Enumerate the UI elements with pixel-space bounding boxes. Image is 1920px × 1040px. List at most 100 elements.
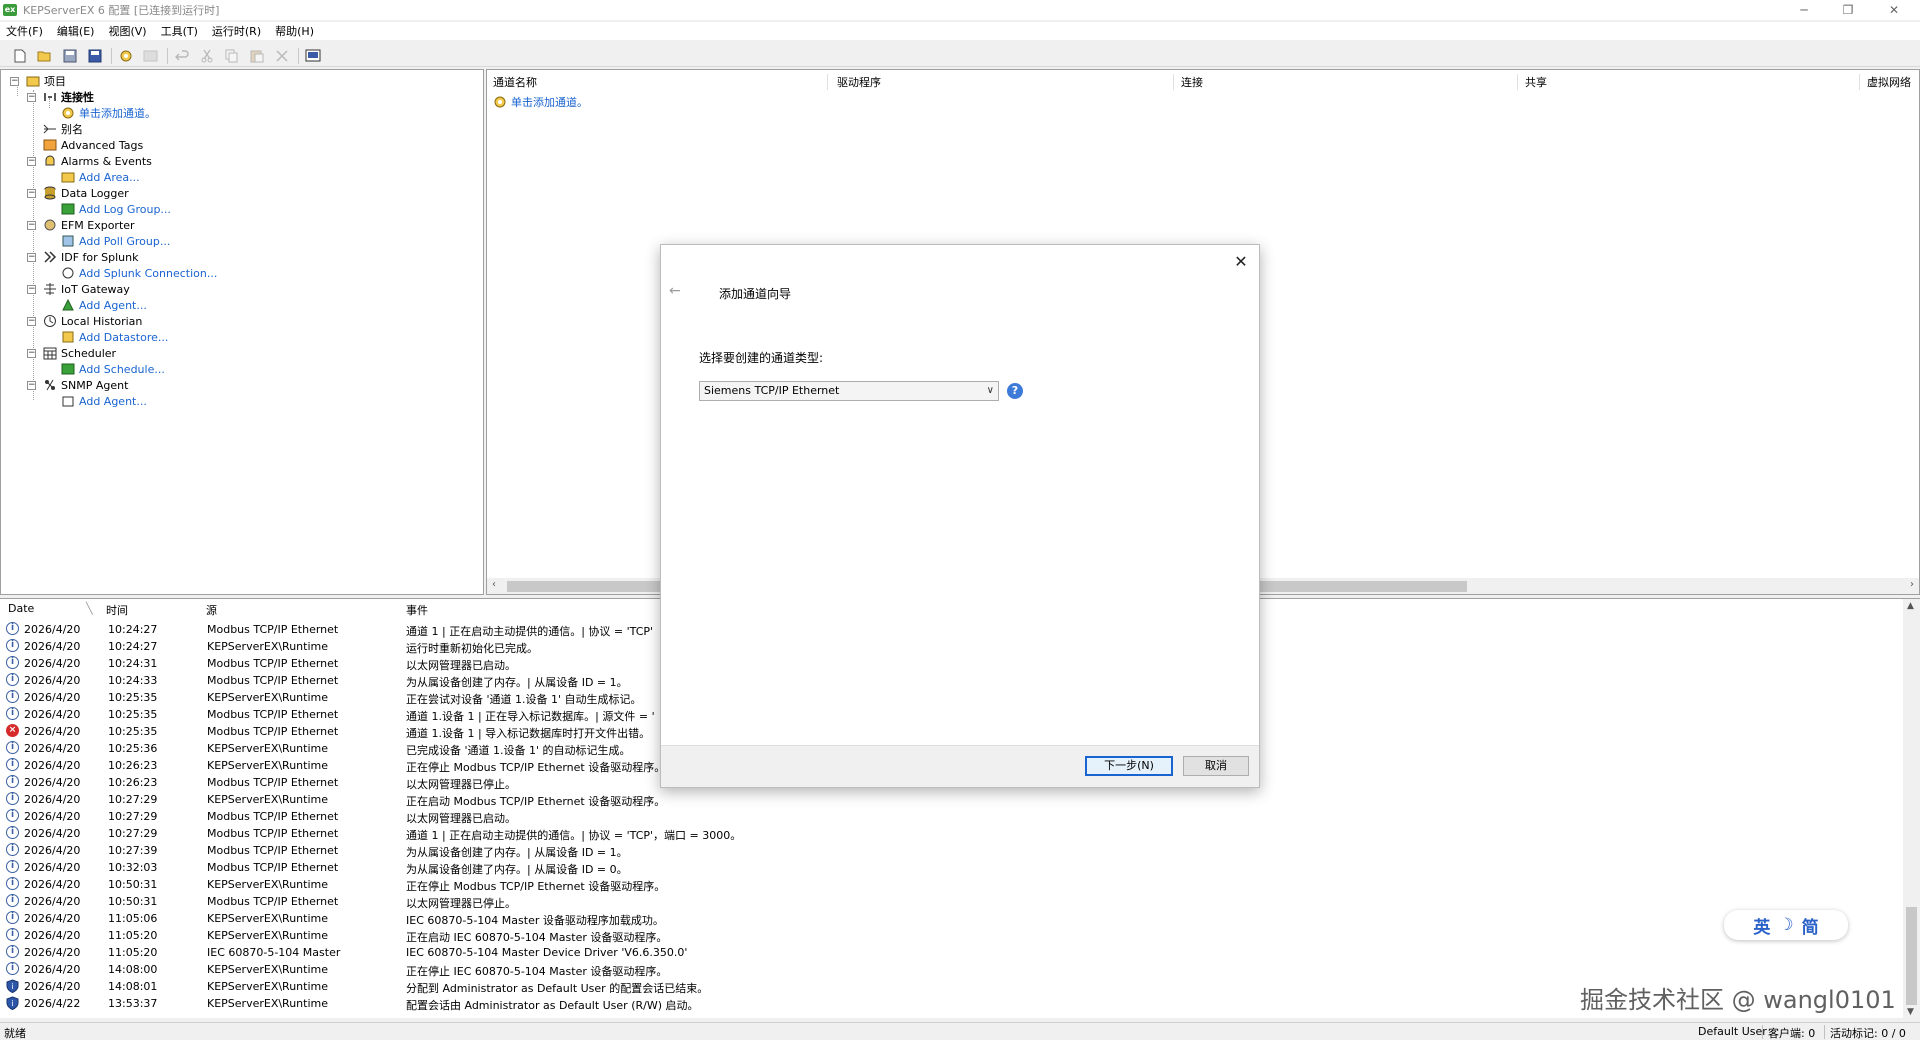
undo-icon[interactable] xyxy=(173,47,191,65)
add-datastore-link[interactable]: Add Datastore... xyxy=(79,331,168,344)
channel-list-add-row[interactable]: 单击添加通道。 xyxy=(493,94,588,110)
vertical-scrollbar[interactable]: ▲ ▼ xyxy=(1903,599,1920,1018)
scroll-up-icon[interactable]: ▲ xyxy=(1907,601,1914,611)
tree-add-agent-snmp[interactable]: Add Agent... xyxy=(61,393,147,409)
tree-iot-gateway[interactable]: − IoT Gateway xyxy=(25,281,130,297)
tree-add-channel[interactable]: 单击添加通道。 xyxy=(61,105,156,121)
collapse-icon[interactable]: − xyxy=(27,285,36,294)
menu-view[interactable]: 视图(V) xyxy=(108,23,146,39)
tree-snmp-agent[interactable]: − SNMP Agent xyxy=(25,377,128,393)
collapse-icon[interactable]: − xyxy=(10,77,19,86)
tree-efm-exporter[interactable]: − EFM Exporter xyxy=(25,217,135,233)
ime-indicator[interactable]: 英 ☽ 简 xyxy=(1724,910,1848,940)
log-column-source[interactable]: 源 xyxy=(206,602,217,618)
column-separator[interactable] xyxy=(1859,74,1860,90)
scroll-thumb[interactable] xyxy=(1906,907,1917,1005)
log-row[interactable]: i 2026/4/20 10:50:31 Modbus TCP/IP Ethernet… xyxy=(0,893,1900,910)
back-arrow-icon[interactable]: ← xyxy=(669,283,681,299)
tree-local-historian[interactable]: − Local Historian xyxy=(25,313,142,329)
add-snmp-agent-link[interactable]: Add Agent... xyxy=(79,395,147,408)
add-poll-group-link[interactable]: Add Poll Group... xyxy=(79,235,170,248)
tree-advanced-tags[interactable]: Advanced Tags xyxy=(43,137,143,153)
log-row[interactable]: i 2026/4/20 10:50:31 KEPServerEX\Runtime 正在停… xyxy=(0,876,1900,893)
log-column-time[interactable]: 时间 xyxy=(106,602,128,618)
menu-file[interactable]: 文件(F) xyxy=(6,23,43,39)
scroll-right-icon[interactable]: › xyxy=(1910,579,1914,590)
tree-add-log-group[interactable]: Add Log Group... xyxy=(61,201,171,217)
channel-type-select[interactable]: Siemens TCP/IP Ethernet ∨ xyxy=(699,381,999,401)
add-channel-link[interactable]: 单击添加通道。 xyxy=(79,105,156,121)
tree-add-schedule[interactable]: Add Schedule... xyxy=(61,361,165,377)
menu-runtime[interactable]: 运行时(R) xyxy=(212,23,261,39)
save-icon[interactable] xyxy=(61,47,79,65)
minimize-button[interactable]: ─ xyxy=(1784,0,1824,20)
collapse-icon[interactable]: − xyxy=(27,189,36,198)
restore-button[interactable]: ❐ xyxy=(1828,0,1868,20)
dialog-close-button[interactable]: ✕ xyxy=(1232,253,1250,271)
paste-icon[interactable] xyxy=(248,47,266,65)
log-row[interactable]: i 2026/4/20 11:05:20 IEC 60870-5-104 Master… xyxy=(0,944,1900,961)
tree-connectivity[interactable]: − 连接性 xyxy=(25,89,94,105)
help-icon[interactable]: ? xyxy=(1007,383,1023,399)
log-row[interactable]: i 2026/4/20 11:05:06 KEPServerEX\Runtime IEC… xyxy=(0,910,1900,927)
column-separator[interactable] xyxy=(1173,74,1174,90)
tree-data-logger[interactable]: − Data Logger xyxy=(25,185,129,201)
tree-add-poll-group[interactable]: Add Poll Group... xyxy=(61,233,170,249)
collapse-icon[interactable]: − xyxy=(27,381,36,390)
column-separator[interactable] xyxy=(1517,74,1518,90)
log-column-date[interactable]: Date xyxy=(8,602,34,615)
tree-add-splunk[interactable]: Add Splunk Connection... xyxy=(61,265,217,281)
log-row[interactable]: i 2026/4/20 10:32:03 Modbus TCP/IP Ethernet… xyxy=(0,859,1900,876)
new-channel-icon[interactable] xyxy=(117,47,135,65)
close-window-button[interactable]: ✕ xyxy=(1874,0,1914,20)
tree-alarms[interactable]: − Alarms & Events xyxy=(25,153,152,169)
tree-idf-splunk[interactable]: − IDF for Splunk xyxy=(25,249,139,265)
tree-root[interactable]: − 项目 xyxy=(8,73,66,89)
add-log-group-link[interactable]: Add Log Group... xyxy=(79,203,171,216)
column-separator[interactable] xyxy=(827,74,828,90)
quick-client-icon[interactable] xyxy=(304,47,322,65)
delete-icon[interactable] xyxy=(273,47,291,65)
collapse-icon[interactable]: − xyxy=(27,349,36,358)
cut-icon[interactable] xyxy=(198,47,216,65)
collapse-icon[interactable]: − xyxy=(27,157,36,166)
collapse-icon[interactable]: − xyxy=(27,317,36,326)
add-splunk-link[interactable]: Add Splunk Connection... xyxy=(79,267,217,280)
menu-tools[interactable]: 工具(T) xyxy=(161,23,198,39)
next-button[interactable]: 下一步(N) xyxy=(1085,756,1173,776)
log-row[interactable]: i 2026/4/20 10:27:39 Modbus TCP/IP Ethernet… xyxy=(0,842,1900,859)
tree-alias[interactable]: 别名 xyxy=(43,121,83,137)
tree-add-agent[interactable]: Add Agent... xyxy=(61,297,147,313)
log-row[interactable]: i 2026/4/20 10:27:29 Modbus TCP/IP Ethernet… xyxy=(0,808,1900,825)
collapse-icon[interactable]: − xyxy=(27,221,36,230)
tree-add-area[interactable]: Add Area... xyxy=(61,169,140,185)
channel-list-add-link[interactable]: 单击添加通道。 xyxy=(511,94,588,110)
menu-edit[interactable]: 编辑(E) xyxy=(57,23,95,39)
new-device-icon[interactable] xyxy=(142,47,160,65)
column-virtual-network[interactable]: 虚拟网络 xyxy=(1867,74,1911,90)
copy-icon[interactable] xyxy=(223,47,241,65)
collapse-icon[interactable]: − xyxy=(27,253,36,262)
tree-add-datastore[interactable]: Add Datastore... xyxy=(61,329,168,345)
log-row[interactable]: i 2026/4/20 10:27:29 KEPServerEX\Runtime 正在启… xyxy=(0,791,1900,808)
add-schedule-link[interactable]: Add Schedule... xyxy=(79,363,165,376)
log-row[interactable]: i 2026/4/20 10:27:29 Modbus TCP/IP Ethernet… xyxy=(0,825,1900,842)
column-connection[interactable]: 连接 xyxy=(1181,74,1203,90)
menu-help[interactable]: 帮助(H) xyxy=(275,23,314,39)
save-as-icon[interactable] xyxy=(86,47,104,65)
collapse-icon[interactable]: − xyxy=(27,93,36,102)
scroll-left-icon[interactable]: ‹ xyxy=(492,579,496,590)
column-channel-name[interactable]: 通道名称 xyxy=(493,74,827,90)
column-shared[interactable]: 共享 xyxy=(1525,74,1547,90)
add-area-link[interactable]: Add Area... xyxy=(79,171,140,184)
new-file-icon[interactable] xyxy=(11,47,29,65)
log-column-event[interactable]: 事件 xyxy=(406,602,428,618)
log-row[interactable]: i 2026/4/20 11:05:20 KEPServerEX\Runtime 正在启… xyxy=(0,927,1900,944)
tree-scheduler[interactable]: − Scheduler xyxy=(25,345,116,361)
scroll-down-icon[interactable]: ▼ xyxy=(1907,1007,1914,1017)
add-agent-link[interactable]: Add Agent... xyxy=(79,299,147,312)
log-row[interactable]: i 2026/4/20 14:08:00 KEPServerEX\Runtime 正在停… xyxy=(0,961,1900,978)
column-driver[interactable]: 驱动程序 xyxy=(837,74,881,90)
cancel-button[interactable]: 取消 xyxy=(1183,756,1249,776)
open-folder-icon[interactable] xyxy=(36,47,54,65)
